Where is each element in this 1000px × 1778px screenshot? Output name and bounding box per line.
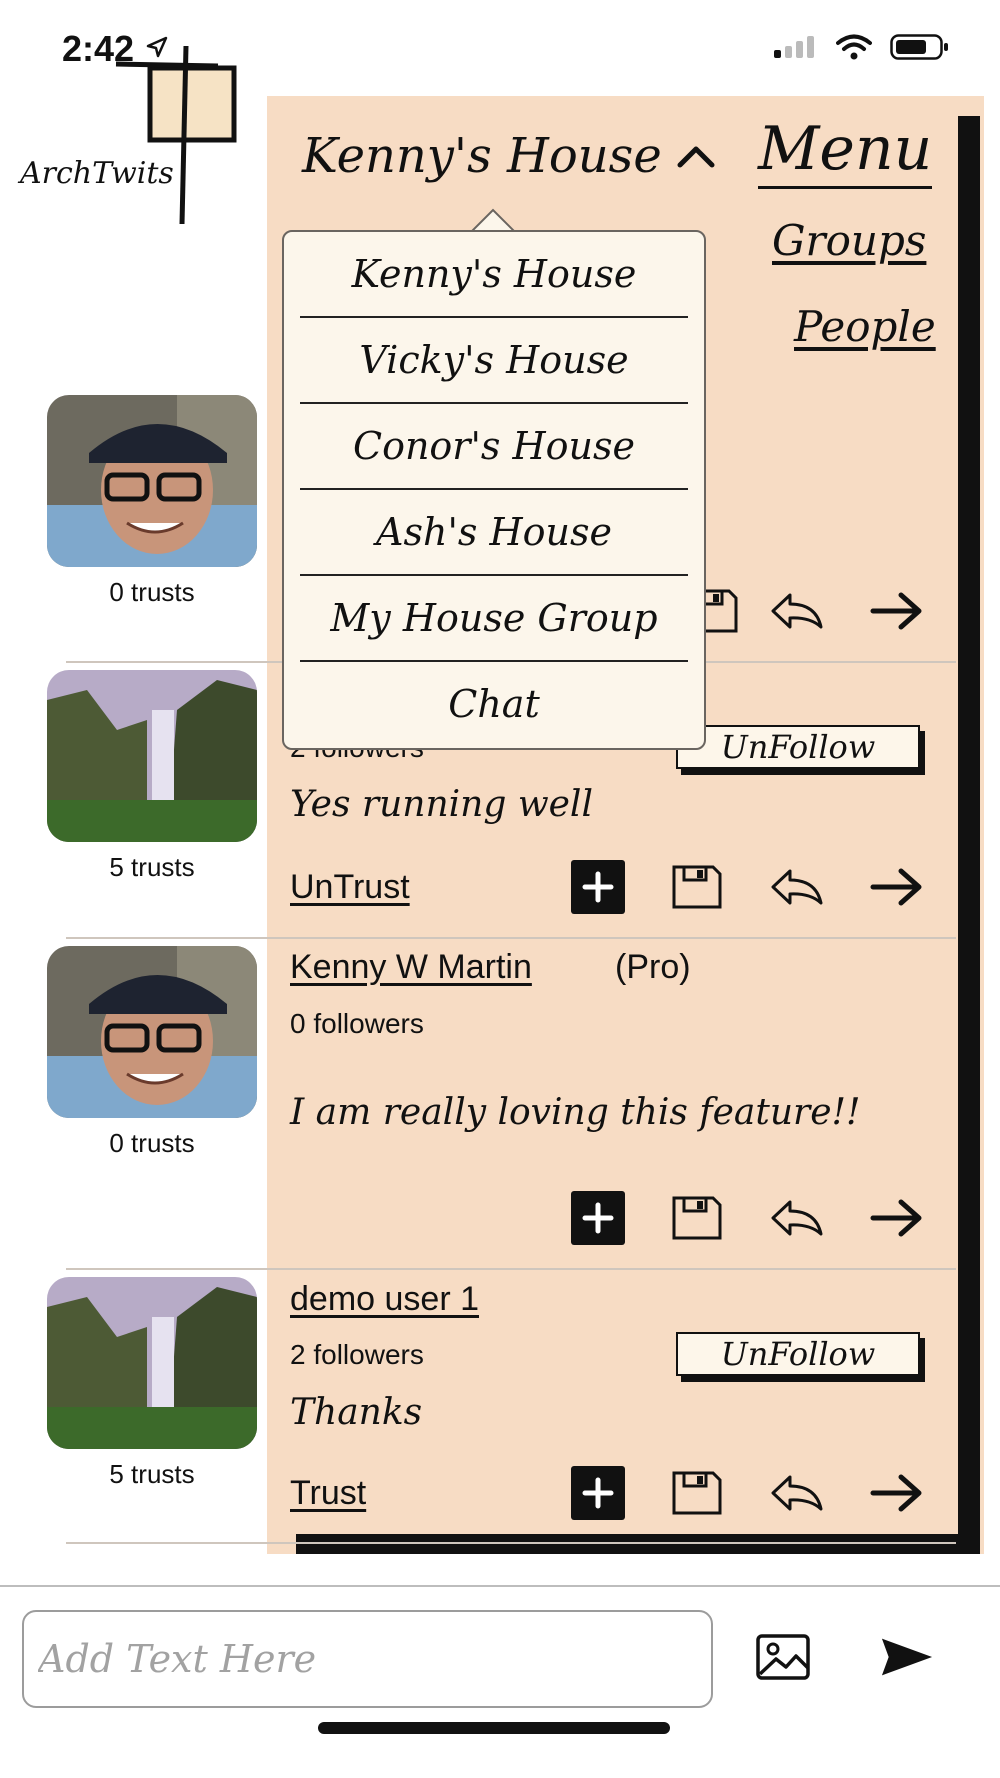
unfollow-button[interactable]: UnFollow [676,725,920,769]
dropdown-item-vickys-house[interactable]: Vicky's House [300,318,688,404]
send-icon [881,1638,933,1676]
arrow-right-icon [870,868,922,906]
person-photo-icon [47,395,257,567]
arrow-right-icon [870,1474,922,1512]
reply-button[interactable] [770,860,824,914]
row-divider [66,1542,956,1544]
plus-icon [582,871,614,903]
pro-badge: (Pro) [615,948,691,986]
reply-button[interactable] [770,1191,824,1245]
plus-icon [582,1477,614,1509]
post-text: Yes running well [290,784,593,825]
follower-count: 2 followers [290,1339,424,1370]
dropdown-item-my-house-group[interactable]: My House Group [300,576,688,662]
untrust-link[interactable]: UnTrust [290,868,410,907]
user-name-link[interactable]: Kenny W Martin [290,948,532,987]
add-button[interactable] [571,1191,625,1245]
group-dropdown: Kenny's House Vicky's House Conor's Hous… [282,230,706,750]
trust-count: 0 trusts [109,577,195,607]
avatar[interactable] [47,670,257,842]
waterfall-photo-icon [47,1277,257,1449]
save-button[interactable] [670,860,724,914]
trust-count: 0 trusts [109,1128,195,1158]
cellular-signal-icon [774,36,814,58]
panel-shadow [958,116,980,1550]
follower-count: 0 followers [290,1008,424,1039]
avatar[interactable] [47,395,257,567]
dropdown-item-ashs-house[interactable]: Ash's House [300,490,688,576]
post-text: Thanks [290,1392,423,1433]
avatar[interactable] [47,946,257,1118]
send-button[interactable] [880,1630,934,1684]
reply-button[interactable] [770,584,824,638]
status-icons [774,34,950,60]
floppy-disk-icon [672,1471,722,1515]
plus-icon [582,1202,614,1234]
logo-mark-icon [115,46,237,225]
reply-icon [771,1475,823,1511]
waterfall-photo-icon [47,670,257,842]
forward-button[interactable] [870,584,924,638]
app-logo[interactable]: ArchTwits [18,46,248,226]
add-button[interactable] [571,860,625,914]
dropdown-item-chat[interactable]: Chat [300,662,688,746]
reply-icon [771,869,823,905]
message-input-box[interactable] [22,1610,713,1708]
reply-button[interactable] [770,1466,824,1520]
menu-link-groups[interactable]: Groups [772,216,926,265]
image-icon [756,1634,810,1680]
arrow-right-icon [870,1199,922,1237]
reply-icon [771,593,823,629]
battery-icon [890,34,948,60]
forward-button[interactable] [870,1466,924,1520]
trust-count: 5 trusts [109,852,195,882]
arrow-right-icon [870,592,922,630]
row-divider [66,1268,956,1270]
floppy-disk-icon [672,1196,722,1240]
menu-link-people[interactable]: People [794,302,936,351]
menu-title[interactable]: Menu [758,114,933,189]
group-title: Kenny's House [302,128,662,184]
user-name-link[interactable]: demo user 1 [290,1280,479,1319]
dropdown-item-kennys-house[interactable]: Kenny's House [300,232,688,318]
trust-count: 5 trusts [109,1459,195,1489]
row-divider [66,937,956,939]
composer-divider [0,1585,1000,1587]
save-button[interactable] [670,1466,724,1520]
chevron-up-icon [677,146,715,168]
wifi-icon [836,34,872,60]
image-button[interactable] [756,1630,810,1684]
message-input[interactable] [24,1612,711,1706]
panel-shadow [296,1534,980,1554]
post-text: I am really loving this feature!! [290,1092,861,1133]
avatar[interactable] [47,1277,257,1449]
group-selector[interactable]: Kenny's House [302,128,716,184]
unfollow-button[interactable]: UnFollow [676,1332,920,1376]
trust-link[interactable]: Trust [290,1474,366,1513]
reply-icon [771,1200,823,1236]
forward-button[interactable] [870,860,924,914]
home-indicator [318,1722,670,1734]
person-photo-icon [47,946,257,1118]
floppy-disk-icon [672,865,722,909]
forward-button[interactable] [870,1191,924,1245]
add-button[interactable] [571,1466,625,1520]
save-button[interactable] [670,1191,724,1245]
logo-text: ArchTwits [20,156,174,191]
dropdown-item-conors-house[interactable]: Conor's House [300,404,688,490]
